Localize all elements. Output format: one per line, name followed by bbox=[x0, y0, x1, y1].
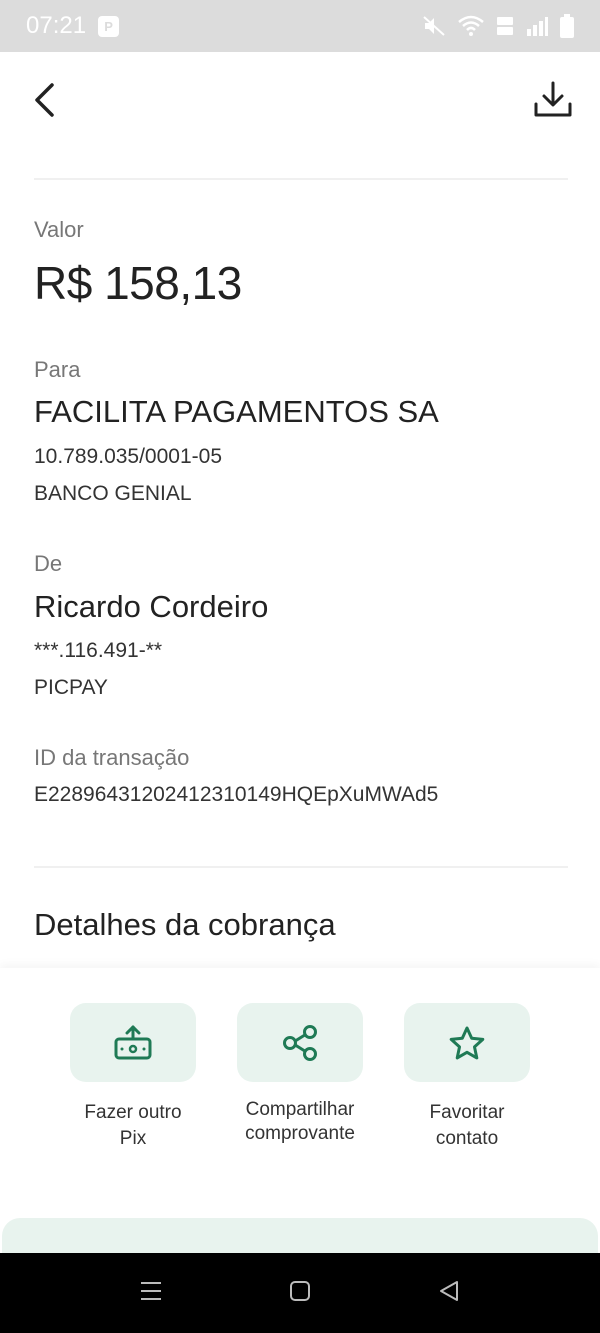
status-left: 07:21 P bbox=[26, 12, 120, 40]
back-triangle-icon bbox=[440, 1281, 458, 1301]
share-label-line1: Compartilhar bbox=[245, 1099, 355, 1120]
header-divider bbox=[34, 178, 568, 180]
download-button[interactable] bbox=[532, 80, 574, 120]
money-upload-icon bbox=[114, 1025, 152, 1059]
transaction-label: ID da transação bbox=[34, 745, 190, 770]
details-title: Detalhes da cobrança bbox=[34, 907, 336, 942]
star-icon bbox=[449, 1026, 485, 1059]
favorite-label-line2: contato bbox=[435, 1128, 499, 1149]
download-icon bbox=[534, 81, 572, 117]
favorite-label-line1: Favoritar bbox=[429, 1102, 505, 1123]
new-pix-button[interactable]: Fazer outro Pix bbox=[53, 1003, 213, 1152]
favorite-icon-box bbox=[404, 1003, 530, 1082]
amount-label: Valor bbox=[34, 217, 84, 242]
battery-icon bbox=[560, 14, 574, 38]
menu-icon bbox=[141, 1282, 161, 1300]
sender-name: Ricardo Cordeiro bbox=[34, 589, 269, 624]
chevron-left-icon bbox=[35, 83, 54, 117]
new-pix-icon-box bbox=[70, 1003, 196, 1082]
amount-value: R$ 158,13 bbox=[34, 257, 242, 309]
status-bar: 07:21 P bbox=[0, 0, 600, 52]
new-pix-label: Fazer outro Pix bbox=[53, 1100, 213, 1152]
signal-icon bbox=[527, 17, 548, 36]
new-pix-label-line1: Fazer outro bbox=[84, 1102, 182, 1123]
wifi-icon bbox=[458, 15, 484, 36]
share-icon bbox=[283, 1024, 317, 1061]
favorite-label: Favoritar contato bbox=[387, 1100, 547, 1152]
status-right bbox=[422, 14, 574, 38]
section-divider bbox=[34, 866, 568, 868]
navigation-bar bbox=[0, 1253, 600, 1333]
picpay-notification-icon: P bbox=[98, 15, 120, 37]
header bbox=[0, 52, 600, 152]
status-app-letter: P bbox=[104, 18, 113, 34]
home-button[interactable] bbox=[288, 1279, 312, 1308]
sender-label: De bbox=[34, 551, 63, 576]
system-back-button[interactable] bbox=[437, 1279, 461, 1308]
actions-bar: Fazer outro Pix Compartilhar comprovante bbox=[0, 968, 600, 1253]
sender-document: ***.116.491-** bbox=[34, 639, 163, 662]
recipient-bank: BANCO GENIAL bbox=[34, 482, 192, 505]
favorite-contact-button[interactable]: Favoritar contato bbox=[387, 1003, 547, 1152]
recipient-label: Para bbox=[34, 357, 81, 382]
mute-icon bbox=[423, 16, 445, 36]
new-pix-label-line2: Pix bbox=[119, 1128, 147, 1149]
volte-icon bbox=[497, 17, 513, 35]
sender-bank: PICPAY bbox=[34, 676, 108, 699]
back-button[interactable] bbox=[28, 80, 64, 120]
recent-apps-button[interactable] bbox=[139, 1279, 163, 1308]
transaction-id: E22896431202412310149HQEpXuMWAd5 bbox=[34, 783, 439, 806]
recipient-name: FACILITA PAGAMENTOS SA bbox=[34, 394, 439, 429]
status-time: 07:21 bbox=[26, 12, 87, 39]
home-square-icon bbox=[290, 1281, 310, 1301]
share-label-line2: comprovante bbox=[245, 1123, 355, 1144]
share-label: Compartilhar comprovante bbox=[220, 1098, 380, 1146]
share-icon-box bbox=[237, 1003, 363, 1082]
share-receipt-button[interactable]: Compartilhar comprovante bbox=[220, 1003, 380, 1146]
recipient-document: 10.789.035/0001-05 bbox=[34, 445, 223, 468]
